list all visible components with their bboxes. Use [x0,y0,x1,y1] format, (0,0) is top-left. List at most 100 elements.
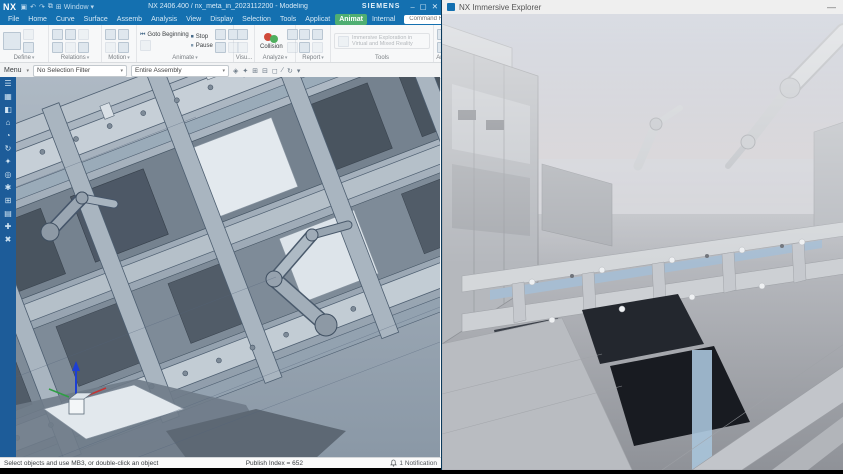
tab-home[interactable]: Home [24,14,51,25]
ix-titlebar: NX Immersive Explorer — [442,0,843,15]
selection-scope-dropdown[interactable]: Entire Assembly▾ [131,65,229,77]
stop-button[interactable]: ⏹Stop [191,33,213,41]
status-hint: Select objects and use MB3, or double-cl… [4,460,158,467]
report-icon-1[interactable] [299,29,310,40]
render-viewport[interactable] [442,14,843,470]
ribbon-group-animation: Anima...▾ [434,25,441,62]
render-scene [442,14,843,470]
ribbon-group-define: Define▾ [0,25,49,62]
highlight-icon[interactable]: ✦ [242,67,248,75]
collision-button[interactable]: Collision [258,32,285,50]
tab-application[interactable]: Applicat [301,14,334,25]
selection-bar-icons: ◈ ✦ ⊞ ⊟ ◻ ∕ ↻ ▾ [233,67,300,75]
report-icon-4[interactable] [312,42,323,53]
tab-display[interactable]: Display [206,14,237,25]
selection-filter-dropdown[interactable]: No Selection Filter▾ [33,65,127,77]
minimize-button[interactable]: – [410,2,414,11]
system-materials-icon[interactable]: ⊞ [5,197,12,205]
menu-button[interactable]: Menu▾ [4,67,29,74]
tab-curve[interactable]: Curve [52,14,79,25]
process-navigator-icon[interactable]: ✦ [5,158,12,166]
tab-animation-active[interactable]: Animat [335,14,367,25]
bell-icon [390,459,397,467]
history-icon[interactable]: ↻ [5,145,12,153]
filter-face-icon[interactable]: ◻ [272,67,278,75]
immersive-explorer-window: NX Immersive Explorer — [441,0,843,470]
relations-icon-6[interactable] [78,42,89,53]
touch-mode-icon[interactable]: ✖ [5,236,12,244]
cad-viewport[interactable] [16,77,441,458]
window-menu[interactable]: ⊞ Window ▾ [56,3,94,11]
nx-logo: NX [3,2,17,12]
goto-beginning-button[interactable]: ⏮Goto Beginning [140,31,189,39]
resource-bar: ☰ ▦ ◧ ⌂ ◔ ↻ ✦ ◎ ✱ ⊞ ▤ ✚ ✖ [0,77,16,458]
ribbon-group-report: Report▾ [296,25,331,62]
motion-icon-3[interactable] [105,42,116,53]
tab-analysis[interactable]: Analysis [147,14,181,25]
filter-edge-icon[interactable]: ∕ [282,67,283,75]
select-all-icon[interactable]: ⊞ [252,67,258,75]
more-icon[interactable]: ▾ [297,67,301,75]
immersive-exploration-button[interactable]: Immersive Exploration in Virtual and Mix… [334,33,430,49]
pause-button[interactable]: ⏸Pause [191,42,213,50]
report-icon-2[interactable] [312,29,323,40]
command-finder-input[interactable] [407,15,441,23]
motion-icon-1[interactable] [105,29,116,40]
ix-minimize-button[interactable]: — [824,2,839,12]
relations-icon-2[interactable] [65,29,76,40]
publish-index: Publish Index = 652 [166,460,382,467]
window-title: NX 2406.400 / nx_meta_in_2023112200 - Mo… [98,3,358,10]
animate-disabled-button-1[interactable] [140,40,189,51]
tab-view[interactable]: View [182,14,205,25]
define-main-icon[interactable] [3,32,21,50]
ribbon-group-visualize: Visu... [234,25,255,62]
undo-icon[interactable]: ↶ [30,3,36,11]
relations-icon-4[interactable] [52,42,63,53]
ix-app-icon [447,3,455,11]
web-browser-icon[interactable]: ◎ [5,171,12,179]
refresh-icon[interactable]: ↻ [287,67,293,75]
snap-point-icon[interactable]: ◈ [233,67,238,75]
visualize-icon-1[interactable] [237,29,248,40]
part-navigator-icon[interactable]: ◧ [4,106,12,114]
deselect-icon[interactable]: ⊟ [262,67,268,75]
relations-icon-1[interactable] [52,29,63,40]
tab-internal[interactable]: Internal [368,14,399,25]
tab-selection[interactable]: Selection [238,14,275,25]
sequence-navigator-icon[interactable]: ▤ [4,210,12,218]
status-bar: Select objects and use MB3, or double-cl… [0,457,441,468]
copy-icon[interactable]: ⧉ [48,3,53,11]
motion-icon-4[interactable] [118,42,129,53]
save-icon[interactable]: ▣ [21,3,28,11]
constraint-navigator-icon[interactable]: ▦ [4,93,12,101]
tab-surface[interactable]: Surface [80,14,112,25]
define-icon-2[interactable] [23,42,34,53]
notification-area[interactable]: 1 Notification [390,459,437,467]
vr-icon [338,36,349,47]
ribbon-group-motion: Motion▾ [102,25,137,62]
command-finder[interactable] [404,15,441,24]
animation-navigator-icon[interactable]: ✚ [5,223,12,231]
animate-icon-3[interactable] [215,42,226,53]
ribbon-tabstrip: File Home Curve Surface Assemb Analysis … [0,13,441,25]
window-controls: – ▢ ✕ [410,2,438,11]
view-manager-icon[interactable]: ◔ [6,132,11,140]
close-button[interactable]: ✕ [432,2,438,11]
motion-icon-2[interactable] [118,29,129,40]
tab-assemblies[interactable]: Assemb [113,14,146,25]
relations-icon-5[interactable] [65,42,76,53]
report-icon-3[interactable] [299,42,310,53]
relations-icon-3[interactable] [78,29,89,40]
ix-window-title: NX Immersive Explorer [459,3,820,12]
assembly-navigator-icon[interactable]: ☰ [4,80,11,88]
maximize-button[interactable]: ▢ [420,2,427,11]
redo-icon[interactable]: ↷ [39,3,45,11]
analyze-icon-2[interactable] [287,42,298,53]
reuse-library-icon[interactable]: ⌂ [6,119,11,127]
tab-file[interactable]: File [4,14,23,25]
roles-icon[interactable]: ✱ [5,184,12,192]
visualize-icon-2[interactable] [237,42,248,53]
define-icon-1[interactable] [23,29,34,40]
tab-tools[interactable]: Tools [276,14,300,25]
animate-icon-1[interactable] [215,29,226,40]
